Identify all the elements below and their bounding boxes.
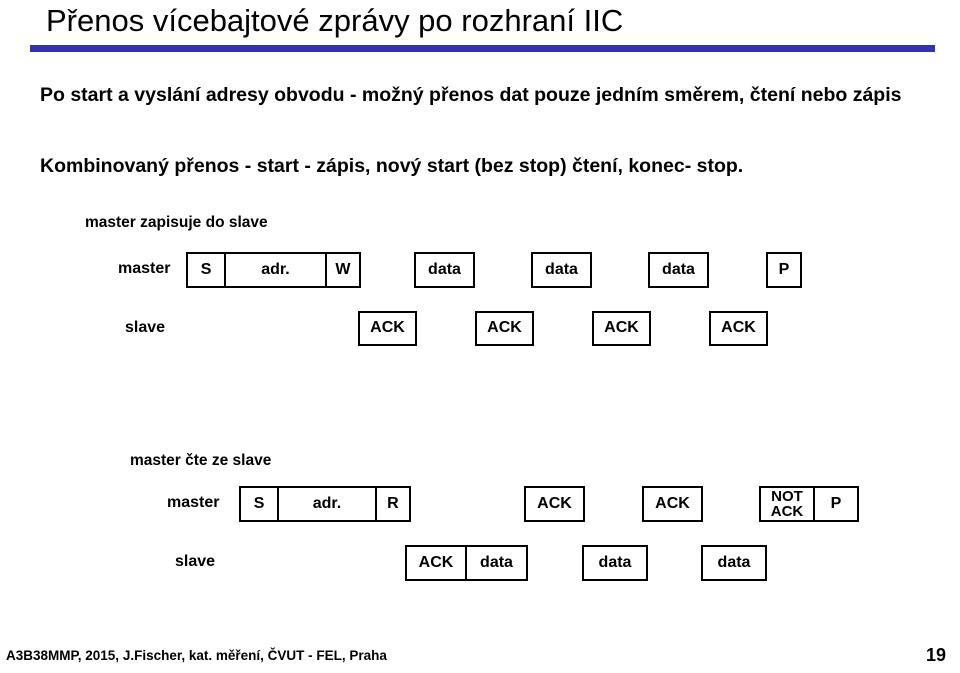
read-master-address-frame-group: S adr. R	[239, 486, 411, 522]
read-frame-stop: P	[830, 494, 842, 512]
read-frame-read-bit: R	[387, 494, 399, 512]
read-slave-ack-cell: ACK	[407, 547, 467, 579]
read-slave-data-cell: data	[480, 553, 513, 571]
read-frame-not-ack: NOT ACK	[761, 488, 815, 520]
write-frame-write-bit: W	[335, 260, 351, 278]
footer-course-info: A3B38MMP, 2015, J.Fischer, kat. měření, …	[6, 648, 387, 663]
read-master-ack-box-1: ACK	[524, 486, 585, 522]
body-paragraph-2: Kombinovaný přenos - start - zápis, nový…	[40, 155, 744, 177]
title-divider-rule	[30, 45, 935, 52]
read-master-ack-box-2: ACK	[642, 486, 703, 522]
diagram-write-caption: master zapisuje do slave	[85, 214, 268, 231]
body-paragraph-1: Po start a vyslání adresy obvodu - možný…	[40, 84, 902, 106]
write-slave-ack-box-1: ACK	[358, 311, 417, 346]
footer-page-number: 19	[925, 645, 946, 665]
read-slave-row-label: slave	[175, 553, 216, 570]
diagram-read-caption: master čte ze slave	[130, 452, 272, 469]
write-slave-ack-box-3: ACK	[592, 311, 651, 346]
write-master-row-label: master	[118, 260, 171, 277]
read-slave-data-box-1: data	[582, 545, 648, 581]
write-master-data-box-2: data	[531, 252, 592, 288]
read-frame-not-ack-line1: NOT	[771, 488, 803, 505]
read-slave-ack-data-group: ACK data	[405, 545, 528, 581]
write-frame-start: S	[188, 254, 227, 286]
write-master-data-box-1: data	[414, 252, 475, 288]
slide-canvas: Přenos vícebajtové zprávy po rozhraní II…	[0, 0, 960, 673]
write-master-stop-box: P	[766, 252, 802, 288]
write-frame-address: adr.	[226, 254, 327, 286]
write-master-data-box-3: data	[648, 252, 709, 288]
read-master-notack-stop-group: NOT ACK P	[759, 486, 859, 522]
write-slave-row-label: slave	[125, 319, 166, 336]
page-title: Přenos vícebajtové zprávy po rozhraní II…	[46, 3, 624, 38]
read-frame-address: adr.	[279, 488, 377, 520]
read-slave-data-box-2: data	[701, 545, 767, 581]
read-master-row-label: master	[167, 494, 220, 511]
write-slave-ack-box-4: ACK	[709, 311, 768, 346]
write-master-address-frame-group: S adr. W	[186, 252, 361, 288]
write-slave-ack-box-2: ACK	[475, 311, 534, 346]
read-frame-not-ack-line2: ACK	[770, 503, 804, 520]
read-frame-start: S	[241, 488, 280, 520]
